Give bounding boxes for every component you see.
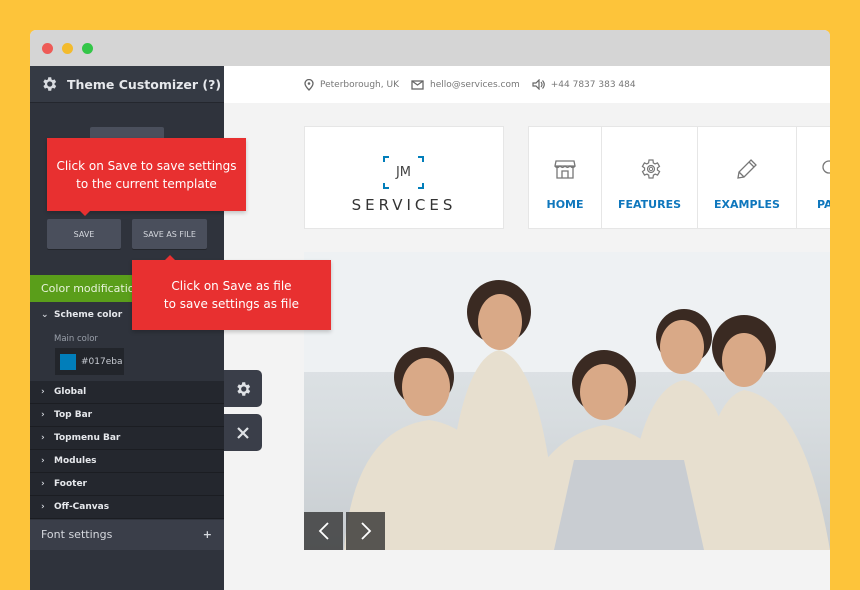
slider-next-button[interactable] [346, 512, 385, 550]
hero-slider-image [304, 252, 830, 550]
chevron-right-icon: › [41, 433, 45, 443]
main-color-picker[interactable]: #017eba [55, 348, 124, 375]
settings-item-modules[interactable]: › Modules [30, 450, 224, 473]
nav-label: HOME [546, 198, 584, 211]
color-swatch [60, 353, 76, 370]
chevron-right-icon: › [41, 387, 45, 397]
customizer-toggle-button[interactable] [224, 370, 262, 407]
tooltip-line: to save settings as file [163, 297, 300, 311]
location-text: Peterborough, UK [320, 79, 399, 90]
save-as-file-tooltip: Click on Save as file to save settings a… [132, 255, 331, 330]
main-nav: HOME FEATURES EXAMPLES PA [528, 126, 830, 229]
item-label: Top Bar [54, 410, 93, 420]
main-color-value: #017eba [81, 356, 123, 367]
nav-pages[interactable]: PA [797, 127, 830, 228]
speaker-icon [532, 79, 545, 90]
nav-label: FEATURES [617, 198, 682, 211]
bulb-icon [822, 160, 830, 174]
plus-icon: + [202, 528, 212, 541]
chevron-right-icon: › [41, 456, 45, 466]
slider-prev-button[interactable] [304, 512, 343, 550]
chevron-right-icon: › [41, 410, 45, 420]
close-window-button[interactable] [42, 43, 53, 54]
email-link[interactable]: hello@services.com [430, 80, 520, 90]
close-icon [237, 426, 249, 439]
item-label: Modules [54, 456, 97, 466]
settings-list: › Global › Top Bar › Topmenu Bar › Modules ›… [30, 381, 224, 519]
customizer-title[interactable]: Theme Customizer (?) [67, 77, 221, 92]
item-label: Footer [54, 479, 87, 489]
maximize-window-button[interactable] [82, 43, 93, 54]
font-settings-section[interactable]: Font settings + [30, 520, 224, 550]
chevron-right-icon: › [41, 502, 45, 512]
save-tooltip: Click on Save to save settings to the cu… [47, 138, 246, 216]
browser-window: Theme Customizer (?) SAVE SAVE AS FILE C… [30, 30, 830, 590]
main-color-label: Main color [54, 334, 98, 344]
tooltip-line: Click on Save to save settings [56, 158, 237, 173]
tooltip-line: Click on Save as file [171, 279, 292, 293]
settings-item-top-bar[interactable]: › Top Bar [30, 404, 224, 427]
item-label: Topmenu Bar [54, 433, 121, 443]
close-customizer-button[interactable] [224, 414, 262, 451]
save-button[interactable]: SAVE [47, 219, 121, 249]
title-bar [30, 30, 830, 66]
tooltip-line: to the current template [76, 176, 217, 191]
settings-item-global[interactable]: › Global [30, 381, 224, 404]
scheme-color-label: Scheme color [54, 310, 123, 320]
nav-home[interactable]: HOME [529, 127, 602, 228]
save-as-file-button[interactable]: SAVE AS FILE [132, 219, 207, 249]
location-pin-icon [304, 78, 314, 91]
font-settings-label: Font settings [41, 528, 113, 541]
nav-label: PA [817, 198, 830, 211]
site-top-bar: Peterborough, UK hello@services.com +44 … [224, 66, 830, 103]
nav-label: EXAMPLES [714, 198, 780, 211]
team-photo [304, 252, 830, 550]
chevron-down-icon: ⌄ [41, 310, 49, 320]
settings-item-topmenu-bar[interactable]: › Topmenu Bar [30, 427, 224, 450]
site-logo[interactable]: JM SERVICES [304, 126, 504, 229]
chevron-right-icon: › [41, 479, 45, 489]
settings-item-off-canvas[interactable]: › Off-Canvas [30, 496, 224, 519]
item-label: Off-Canvas [54, 502, 110, 512]
minimize-window-button[interactable] [62, 43, 73, 54]
pencil-icon [737, 159, 757, 179]
mail-icon [411, 79, 424, 90]
gear-icon [641, 159, 660, 179]
phone-text: +44 7837 383 484 [550, 79, 636, 90]
item-label: Global [54, 387, 87, 397]
customizer-header: Theme Customizer (?) [30, 66, 224, 103]
store-icon [554, 160, 576, 179]
gear-icon [43, 77, 57, 91]
logo-name: SERVICES [351, 196, 457, 214]
nav-features[interactable]: FEATURES [602, 127, 698, 228]
logo-mark-text: JM [395, 165, 412, 180]
chevron-right-icon [360, 522, 371, 540]
chevron-left-icon [318, 522, 329, 540]
logo-mark: JM [383, 156, 424, 189]
nav-examples[interactable]: EXAMPLES [698, 127, 797, 228]
settings-item-footer[interactable]: › Footer [30, 473, 224, 496]
gear-icon [237, 381, 251, 396]
